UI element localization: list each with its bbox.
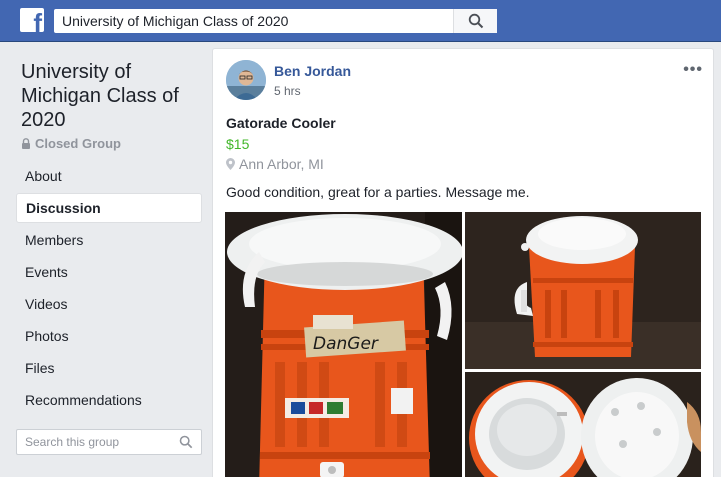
global-search-input[interactable] [54,9,449,33]
nav-item-recommendations[interactable]: Recommendations [16,385,202,415]
group-nav: About Discussion Members Events Videos P… [16,161,202,415]
author-avatar[interactable] [226,60,266,100]
cooler-tape-text: DanGer [313,334,379,354]
group-privacy: Closed Group [16,136,202,151]
group-name[interactable]: University of Michigan Class of 2020 [16,60,202,132]
facebook-f-icon[interactable]: f [20,8,44,32]
group-privacy-label: Closed Group [35,136,121,151]
location-pin-icon [226,158,235,170]
top-navigation-bar: f [0,0,721,42]
nav-item-about[interactable]: About [16,161,202,191]
item-price: $15 [226,136,250,152]
post-options-button[interactable]: ••• [683,61,703,79]
nav-item-members[interactable]: Members [16,225,202,255]
nav-item-discussion[interactable]: Discussion [16,193,202,223]
cooler-side-photo[interactable] [465,212,701,369]
nav-item-videos[interactable]: Videos [16,289,202,319]
item-location-label: Ann Arbor, MI [239,156,324,172]
nav-item-events[interactable]: Events [16,257,202,287]
cooler-front-photo[interactable]: DanGer [225,212,462,477]
group-search-input[interactable] [17,430,167,454]
group-sidebar: University of Michigan Class of 2020 Clo… [16,60,202,455]
lock-icon [22,138,30,149]
marketplace-post-card: Ben Jordan 5 hrs ••• Gatorade Cooler $15… [212,48,714,477]
nav-item-files[interactable]: Files [16,353,202,383]
item-location: Ann Arbor, MI [226,156,324,172]
author-name[interactable]: Ben Jordan [274,63,351,79]
search-icon[interactable] [179,435,193,449]
nav-item-photos[interactable]: Photos [16,321,202,351]
post-timestamp[interactable]: 5 hrs [274,84,301,98]
post-description: Good condition, great for a parties. Mes… [226,184,530,200]
cooler-open-photo[interactable] [465,372,701,477]
search-icon [468,13,483,29]
global-search-bar [54,9,497,33]
search-button[interactable] [453,9,497,33]
group-search-box [16,429,202,455]
item-title: Gatorade Cooler [226,115,336,131]
